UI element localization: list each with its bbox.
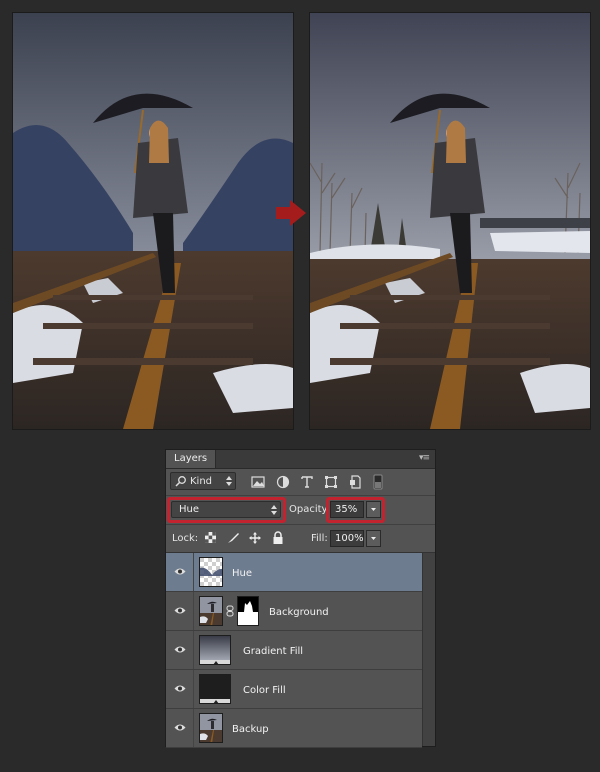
- before-image: [12, 12, 294, 430]
- eye-icon: [174, 685, 186, 692]
- layers-panel: Layers ▾≡ Kind Hue Opacity: 35% Lock: Fi…: [165, 449, 436, 748]
- panel-tab-bar: Layers ▾≡: [166, 450, 435, 469]
- shape-filter-icon[interactable]: [323, 474, 339, 490]
- fill-field[interactable]: 100%: [330, 530, 364, 547]
- layer-row-hue[interactable]: Hue: [166, 553, 422, 592]
- type-filter-icon[interactable]: [299, 474, 315, 490]
- layer-row-gradient-fill[interactable]: Gradient Fill: [166, 631, 422, 670]
- filter-toggle-icon[interactable]: [370, 474, 386, 490]
- lock-label: Lock:: [172, 533, 199, 544]
- layer-name: Hue: [232, 568, 253, 579]
- blend-mode-highlight: [167, 497, 286, 523]
- chevron-down-icon: [371, 537, 376, 540]
- layers-scrollbar[interactable]: [422, 553, 435, 746]
- layers-tab[interactable]: Layers: [166, 450, 217, 468]
- arrow-right-icon: [276, 200, 306, 226]
- panel-menu-icon[interactable]: ▾≡: [419, 453, 430, 463]
- blend-row: Hue Opacity: 35%: [166, 496, 435, 525]
- lock-transparent-pixels-icon[interactable]: [204, 531, 217, 544]
- visibility-toggle[interactable]: [166, 631, 194, 669]
- visibility-toggle[interactable]: [166, 670, 194, 708]
- search-icon: [175, 476, 186, 487]
- layer-name: Gradient Fill: [243, 646, 304, 657]
- lock-row: Lock: Fill: 100%: [166, 525, 435, 553]
- layer-mask-thumbnail[interactable]: [237, 596, 259, 626]
- layer-thumbnail: [199, 713, 223, 743]
- eye-icon: [174, 646, 186, 653]
- layers-list: Hue Background Gradient Fill Color Fill …: [166, 553, 422, 748]
- layer-thumbnail: [199, 635, 231, 665]
- fill-value: 100%: [335, 533, 364, 544]
- lock-position-icon[interactable]: [248, 531, 262, 545]
- layer-thumbnail: [199, 674, 231, 704]
- visibility-toggle[interactable]: [166, 592, 194, 630]
- layer-row-background[interactable]: Background: [166, 592, 422, 631]
- adjustment-filter-icon[interactable]: [275, 474, 291, 490]
- visibility-toggle[interactable]: [166, 709, 194, 747]
- filter-row: Kind: [166, 469, 435, 496]
- kind-filter-label: Kind: [190, 476, 213, 487]
- eye-icon: [174, 607, 186, 614]
- lock-image-pixels-icon[interactable]: [226, 531, 240, 545]
- layer-row-backup[interactable]: Backup: [166, 709, 422, 748]
- fill-label: Fill:: [311, 533, 328, 544]
- layer-row-color-fill[interactable]: Color Fill: [166, 670, 422, 709]
- layer-name: Background: [269, 607, 329, 618]
- layer-thumbnail: [199, 596, 223, 626]
- link-icon[interactable]: [226, 605, 234, 617]
- opacity-highlight: [326, 497, 385, 523]
- kind-filter-select[interactable]: Kind: [170, 472, 236, 490]
- layer-name: Backup: [232, 724, 269, 735]
- opacity-label: Opacity:: [289, 504, 331, 515]
- fill-dropdown-button[interactable]: [366, 530, 381, 547]
- chevron-updown-icon: [226, 476, 232, 486]
- layer-thumbnail: [199, 557, 223, 587]
- after-image: [309, 12, 591, 430]
- visibility-toggle[interactable]: [166, 553, 194, 591]
- layer-name: Color Fill: [243, 685, 286, 696]
- image-filter-icon[interactable]: [250, 474, 266, 490]
- eye-icon: [174, 724, 186, 731]
- lock-all-icon[interactable]: [272, 531, 284, 545]
- smart-object-filter-icon[interactable]: [347, 474, 363, 490]
- eye-icon: [174, 568, 186, 575]
